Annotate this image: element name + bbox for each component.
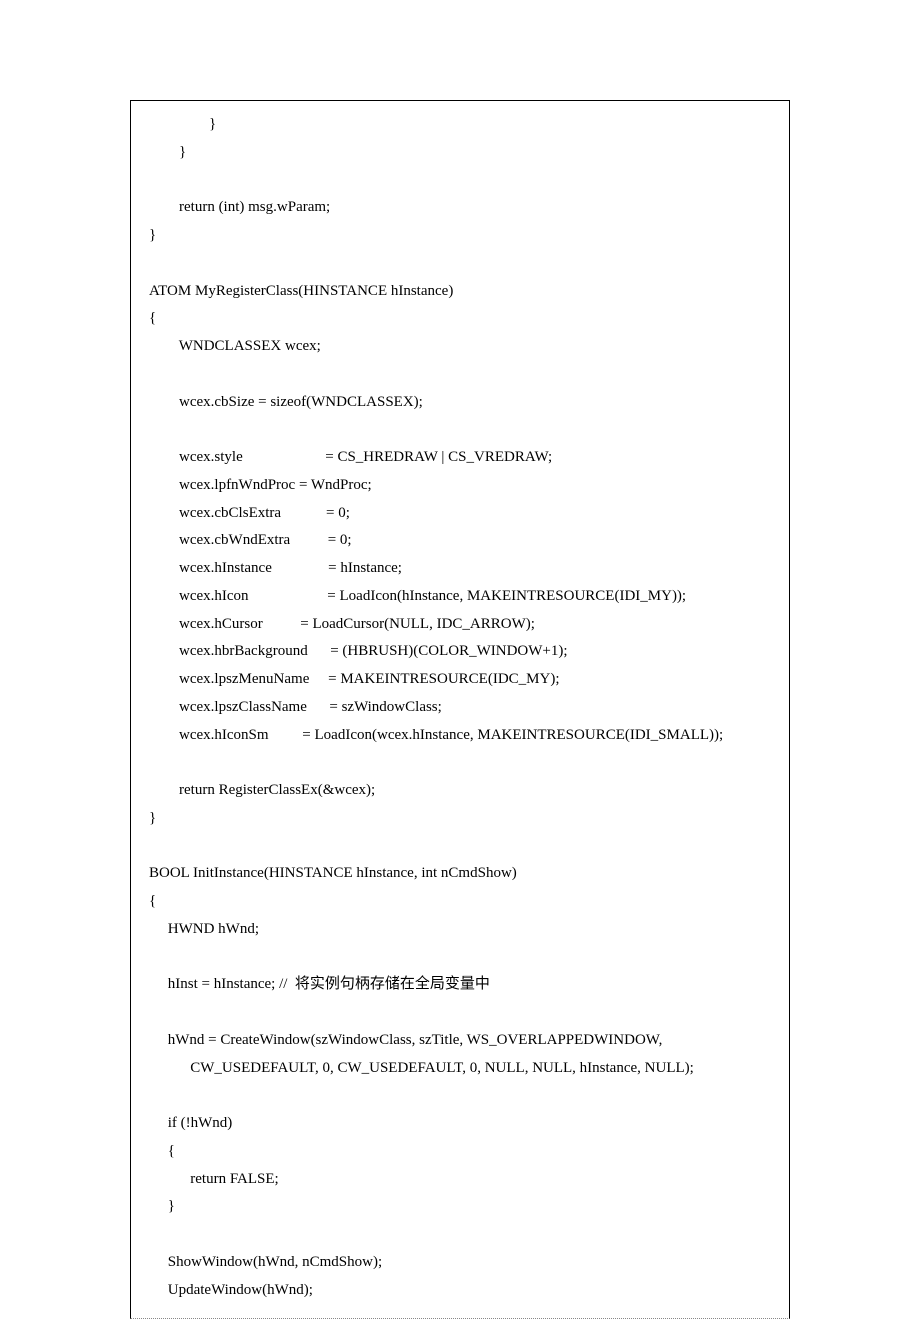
code-text: } } return (int) msg.wParam; } ATOM MyRe…	[149, 116, 723, 1298]
code-block: } } return (int) msg.wParam; } ATOM MyRe…	[130, 100, 790, 1319]
